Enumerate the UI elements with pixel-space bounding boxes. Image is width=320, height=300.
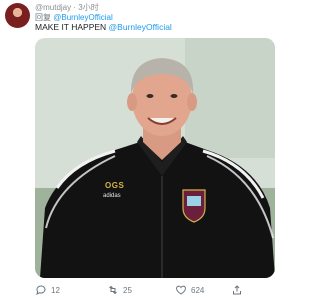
author-handle[interactable]: @mutdjay — [35, 3, 71, 12]
photo-illustration — [35, 38, 275, 278]
like-action[interactable]: 624 — [175, 284, 204, 296]
tweet-actions: 12 25 624 — [35, 284, 275, 298]
tweet-mention-link[interactable]: @BurnleyOfficial — [109, 22, 172, 32]
tweet-photo[interactable]: OGS adidas — [35, 38, 275, 278]
tweet-text-main: MAKE IT HAPPEN — [35, 22, 107, 32]
retweet-action[interactable]: 25 — [107, 284, 132, 296]
retweet-count: 25 — [123, 285, 132, 295]
share-icon — [233, 285, 241, 295]
jersey-brand: adidas — [103, 193, 121, 199]
tweet-text: MAKE IT HAPPEN @BurnleyOfficial — [35, 22, 172, 32]
reply-icon — [36, 285, 46, 296]
like-count: 624 — [191, 285, 205, 295]
reply-count: 12 — [51, 285, 60, 295]
avatar[interactable] — [5, 3, 30, 28]
reply-handle-link[interactable]: @BurnleyOfficial — [53, 13, 113, 22]
reply-prefix: 回复 — [35, 13, 51, 22]
like-icon — [176, 285, 186, 295]
jersey-initials: OGS — [105, 181, 125, 190]
retweet-icon — [109, 285, 117, 295]
reply-action[interactable]: 12 — [35, 284, 60, 296]
tweet-time: 3小时 — [78, 3, 99, 12]
share-action[interactable] — [231, 284, 243, 296]
